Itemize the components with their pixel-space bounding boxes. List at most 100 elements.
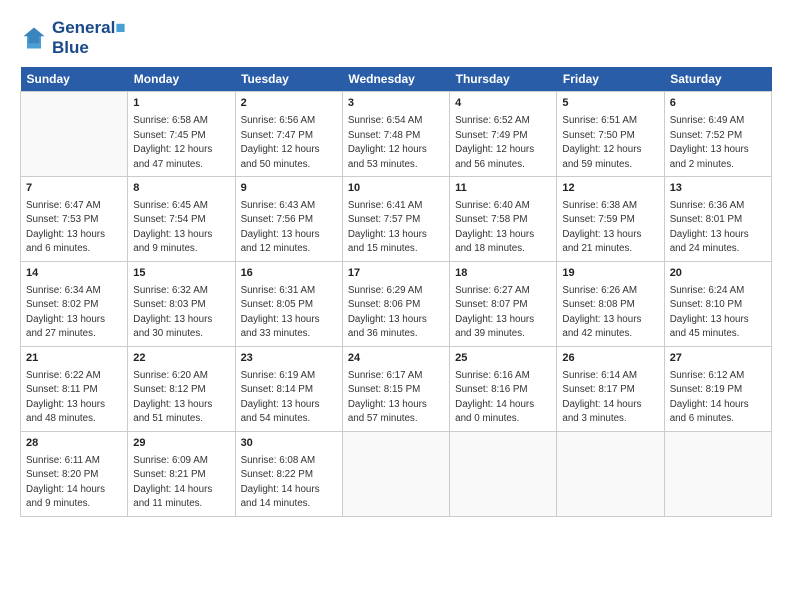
day-detail: Sunrise: 6:24 AMSunset: 8:10 PMDaylight:… bbox=[670, 285, 749, 340]
day-detail: Sunrise: 6:43 AMSunset: 7:56 PMDaylight:… bbox=[241, 200, 320, 255]
day-number: 7 bbox=[26, 181, 122, 197]
day-detail: Sunrise: 6:47 AMSunset: 7:53 PMDaylight:… bbox=[26, 200, 105, 255]
day-cell: 20 Sunrise: 6:24 AMSunset: 8:10 PMDayligh… bbox=[664, 261, 771, 346]
day-detail: Sunrise: 6:58 AMSunset: 7:45 PMDaylight:… bbox=[133, 115, 212, 170]
day-detail: Sunrise: 6:41 AMSunset: 7:57 PMDaylight:… bbox=[348, 200, 427, 255]
day-cell: 11 Sunrise: 6:40 AMSunset: 7:58 PMDayligh… bbox=[450, 177, 557, 262]
day-cell: 28 Sunrise: 6:11 AMSunset: 8:20 PMDayligh… bbox=[21, 431, 128, 516]
weekday-header-tuesday: Tuesday bbox=[235, 67, 342, 92]
day-cell: 17Sunrise: 6:29 AMSunset: 8:06 PMDayligh… bbox=[342, 261, 449, 346]
day-number: 8 bbox=[133, 181, 229, 197]
day-number: 17 bbox=[348, 266, 444, 282]
header-area: General■ Blue bbox=[20, 18, 772, 57]
day-cell: 7 Sunrise: 6:47 AMSunset: 7:53 PMDaylight… bbox=[21, 177, 128, 262]
week-row-1: 7 Sunrise: 6:47 AMSunset: 7:53 PMDaylight… bbox=[21, 177, 772, 262]
day-number: 10 bbox=[348, 181, 444, 197]
week-row-2: 14 Sunrise: 6:34 AMSunset: 8:02 PMDayligh… bbox=[21, 261, 772, 346]
day-number: 14 bbox=[26, 266, 122, 282]
day-detail: Sunrise: 6:31 AMSunset: 8:05 PMDaylight:… bbox=[241, 285, 320, 340]
day-detail: Sunrise: 6:49 AMSunset: 7:52 PMDaylight:… bbox=[670, 115, 749, 170]
day-cell: 8 Sunrise: 6:45 AMSunset: 7:54 PMDaylight… bbox=[128, 177, 235, 262]
week-row-3: 21Sunrise: 6:22 AMSunset: 8:11 PMDayligh… bbox=[21, 346, 772, 431]
day-cell: 10 Sunrise: 6:41 AMSunset: 7:57 PMDayligh… bbox=[342, 177, 449, 262]
day-cell bbox=[21, 92, 128, 177]
day-detail: Sunrise: 6:19 AMSunset: 8:14 PMDaylight:… bbox=[241, 370, 320, 425]
day-detail: Sunrise: 6:17 AMSunset: 8:15 PMDaylight:… bbox=[348, 370, 427, 425]
day-cell: 1 Sunrise: 6:58 AMSunset: 7:45 PMDaylight… bbox=[128, 92, 235, 177]
day-number: 2 bbox=[241, 96, 337, 112]
weekday-header-friday: Friday bbox=[557, 67, 664, 92]
day-number: 1 bbox=[133, 96, 229, 112]
day-number: 5 bbox=[562, 96, 658, 112]
day-cell: 15Sunrise: 6:32 AMSunset: 8:03 PMDayligh… bbox=[128, 261, 235, 346]
calendar-table: SundayMondayTuesdayWednesdayThursdayFrid… bbox=[20, 67, 772, 517]
day-number: 12 bbox=[562, 181, 658, 197]
day-cell bbox=[450, 431, 557, 516]
day-number: 25 bbox=[455, 351, 551, 367]
day-detail: Sunrise: 6:16 AMSunset: 8:16 PMDaylight:… bbox=[455, 370, 534, 425]
day-detail: Sunrise: 6:45 AMSunset: 7:54 PMDaylight:… bbox=[133, 200, 212, 255]
day-cell: 23 Sunrise: 6:19 AMSunset: 8:14 PMDayligh… bbox=[235, 346, 342, 431]
day-number: 28 bbox=[26, 436, 122, 452]
logo: General■ Blue bbox=[20, 18, 126, 57]
logo-icon bbox=[20, 24, 48, 52]
day-detail: Sunrise: 6:40 AMSunset: 7:58 PMDaylight:… bbox=[455, 200, 534, 255]
day-detail: Sunrise: 6:08 AMSunset: 8:22 PMDaylight:… bbox=[241, 455, 320, 510]
day-cell bbox=[342, 431, 449, 516]
day-number: 3 bbox=[348, 96, 444, 112]
day-cell: 5 Sunrise: 6:51 AMSunset: 7:50 PMDaylight… bbox=[557, 92, 664, 177]
day-number: 4 bbox=[455, 96, 551, 112]
day-number: 22 bbox=[133, 351, 229, 367]
day-cell: 3 Sunrise: 6:54 AMSunset: 7:48 PMDaylight… bbox=[342, 92, 449, 177]
day-number: 18 bbox=[455, 266, 551, 282]
day-number: 16 bbox=[241, 266, 337, 282]
day-number: 21 bbox=[26, 351, 122, 367]
week-row-0: 1 Sunrise: 6:58 AMSunset: 7:45 PMDaylight… bbox=[21, 92, 772, 177]
day-number: 30 bbox=[241, 436, 337, 452]
day-detail: Sunrise: 6:11 AMSunset: 8:20 PMDaylight:… bbox=[26, 455, 105, 510]
day-cell: 18 Sunrise: 6:27 AMSunset: 8:07 PMDayligh… bbox=[450, 261, 557, 346]
day-detail: Sunrise: 6:20 AMSunset: 8:12 PMDaylight:… bbox=[133, 370, 212, 425]
day-cell: 9Sunrise: 6:43 AMSunset: 7:56 PMDaylight… bbox=[235, 177, 342, 262]
day-number: 24 bbox=[348, 351, 444, 367]
weekday-header-monday: Monday bbox=[128, 67, 235, 92]
day-cell: 24 Sunrise: 6:17 AMSunset: 8:15 PMDayligh… bbox=[342, 346, 449, 431]
weekday-header-thursday: Thursday bbox=[450, 67, 557, 92]
day-cell: 29 Sunrise: 6:09 AMSunset: 8:21 PMDayligh… bbox=[128, 431, 235, 516]
day-detail: Sunrise: 6:34 AMSunset: 8:02 PMDaylight:… bbox=[26, 285, 105, 340]
day-detail: Sunrise: 6:36 AMSunset: 8:01 PMDaylight:… bbox=[670, 200, 749, 255]
day-detail: Sunrise: 6:32 AMSunset: 8:03 PMDaylight:… bbox=[133, 285, 212, 340]
week-row-4: 28 Sunrise: 6:11 AMSunset: 8:20 PMDayligh… bbox=[21, 431, 772, 516]
day-number: 13 bbox=[670, 181, 766, 197]
day-detail: Sunrise: 6:38 AMSunset: 7:59 PMDaylight:… bbox=[562, 200, 641, 255]
day-cell: 27Sunrise: 6:12 AMSunset: 8:19 PMDayligh… bbox=[664, 346, 771, 431]
day-number: 29 bbox=[133, 436, 229, 452]
day-number: 26 bbox=[562, 351, 658, 367]
day-cell: 30 Sunrise: 6:08 AMSunset: 8:22 PMDayligh… bbox=[235, 431, 342, 516]
day-number: 6 bbox=[670, 96, 766, 112]
day-cell: 6 Sunrise: 6:49 AMSunset: 7:52 PMDaylight… bbox=[664, 92, 771, 177]
day-cell: 16 Sunrise: 6:31 AMSunset: 8:05 PMDayligh… bbox=[235, 261, 342, 346]
day-cell: 13 Sunrise: 6:36 AMSunset: 8:01 PMDayligh… bbox=[664, 177, 771, 262]
day-cell: 21Sunrise: 6:22 AMSunset: 8:11 PMDayligh… bbox=[21, 346, 128, 431]
day-number: 23 bbox=[241, 351, 337, 367]
day-cell: 19Sunrise: 6:26 AMSunset: 8:08 PMDayligh… bbox=[557, 261, 664, 346]
day-detail: Sunrise: 6:27 AMSunset: 8:07 PMDaylight:… bbox=[455, 285, 534, 340]
day-cell: 26 Sunrise: 6:14 AMSunset: 8:17 PMDayligh… bbox=[557, 346, 664, 431]
day-number: 20 bbox=[670, 266, 766, 282]
day-number: 11 bbox=[455, 181, 551, 197]
day-detail: Sunrise: 6:52 AMSunset: 7:49 PMDaylight:… bbox=[455, 115, 534, 170]
main-container: General■ Blue SundayMondayTuesdayWednesd… bbox=[0, 0, 792, 527]
weekday-header-row: SundayMondayTuesdayWednesdayThursdayFrid… bbox=[21, 67, 772, 92]
day-detail: Sunrise: 6:56 AMSunset: 7:47 PMDaylight:… bbox=[241, 115, 320, 170]
day-detail: Sunrise: 6:54 AMSunset: 7:48 PMDaylight:… bbox=[348, 115, 427, 170]
day-detail: Sunrise: 6:12 AMSunset: 8:19 PMDaylight:… bbox=[670, 370, 749, 425]
day-detail: Sunrise: 6:14 AMSunset: 8:17 PMDaylight:… bbox=[562, 370, 641, 425]
weekday-header-sunday: Sunday bbox=[21, 67, 128, 92]
day-detail: Sunrise: 6:09 AMSunset: 8:21 PMDaylight:… bbox=[133, 455, 212, 510]
day-cell: 2 Sunrise: 6:56 AMSunset: 7:47 PMDaylight… bbox=[235, 92, 342, 177]
day-cell bbox=[664, 431, 771, 516]
day-cell: 4 Sunrise: 6:52 AMSunset: 7:49 PMDaylight… bbox=[450, 92, 557, 177]
day-detail: Sunrise: 6:51 AMSunset: 7:50 PMDaylight:… bbox=[562, 115, 641, 170]
day-cell bbox=[557, 431, 664, 516]
